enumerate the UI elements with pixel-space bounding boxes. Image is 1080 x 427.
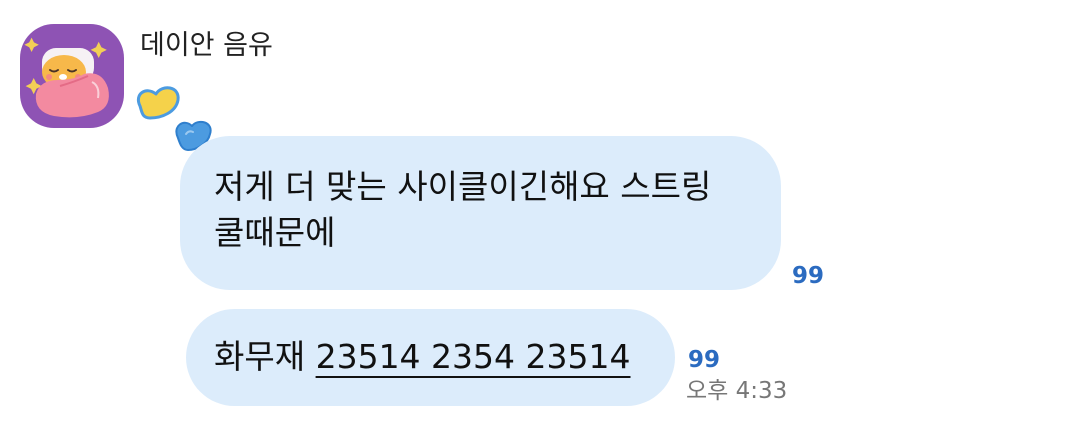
unread-count: 99 (792, 263, 825, 289)
message-bubble[interactable]: 화무재 23514 2354 23514 (186, 309, 675, 406)
message-bubble[interactable]: 저게 더 맞는 사이클이긴해요 스트링 쿨때문에 (180, 136, 781, 290)
message-text-line: 저게 더 맞는 사이클이긴해요 스트링 (214, 167, 712, 206)
sleeping-character-avatar-icon (24, 37, 109, 118)
message-text: 화무재 (214, 337, 316, 376)
sender-name: 데이안 음유 (140, 30, 273, 61)
message-timestamp: 오후 4:33 (686, 378, 788, 404)
avatar[interactable] (20, 24, 124, 128)
unread-count: 99 (688, 347, 721, 373)
message-text-line: 쿨때문에 (214, 213, 336, 252)
phone-number-link[interactable]: 23514 2354 23514 (316, 337, 631, 376)
